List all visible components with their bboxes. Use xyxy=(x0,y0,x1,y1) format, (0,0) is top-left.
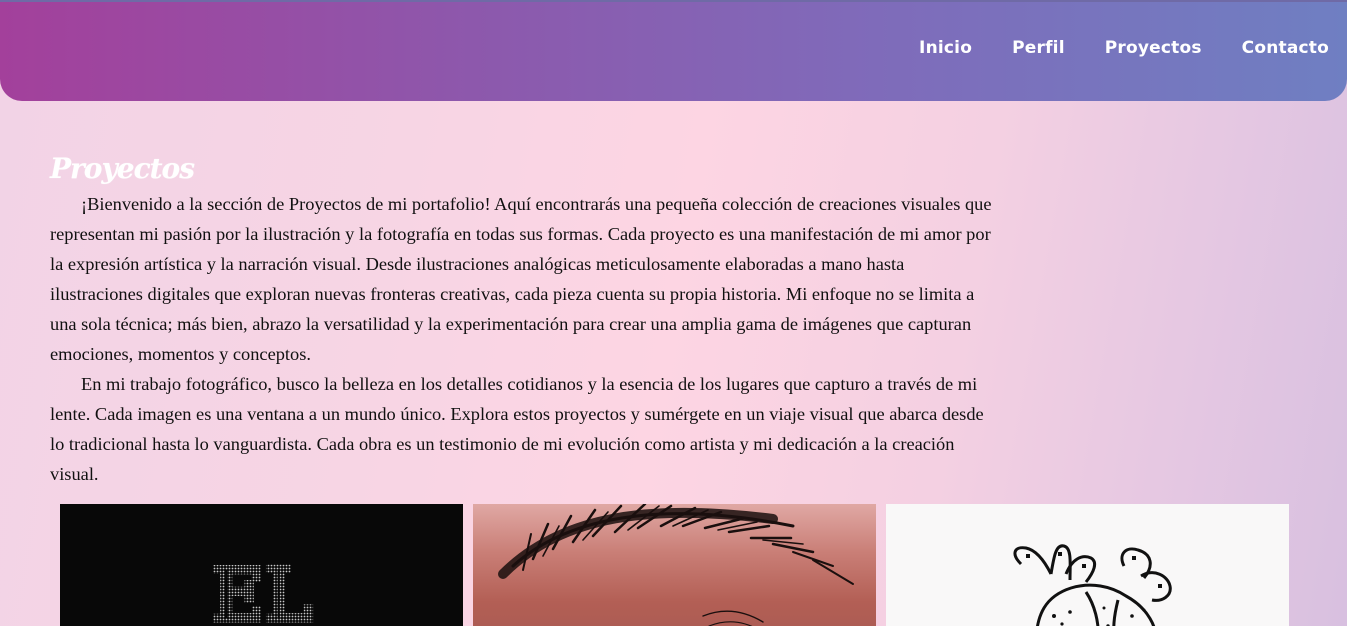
site-header: Inicio Perfil Proyectos Contacto xyxy=(0,0,1347,101)
project-gallery: EL xyxy=(60,504,1289,626)
projects-section: Proyectos ¡Bienvenido a la sección de Pr… xyxy=(50,152,995,489)
nav-link-inicio[interactable]: Inicio xyxy=(919,38,972,58)
eyebrow-artwork xyxy=(498,504,854,626)
project-image-eyebrow[interactable] xyxy=(473,504,876,626)
project-image-heart[interactable] xyxy=(886,504,1289,626)
artwork-lettering: EL xyxy=(212,553,312,626)
photo-paragraph: En mi trabajo fotográfico, busco la bell… xyxy=(50,374,984,484)
intro-paragraph: ¡Bienvenido a la sección de Proyectos de… xyxy=(50,194,992,364)
main-nav: Inicio Perfil Proyectos Contacto xyxy=(919,38,1329,58)
typography-artwork: EL xyxy=(210,551,315,626)
heart-artwork xyxy=(1013,544,1172,626)
nav-link-contacto[interactable]: Contacto xyxy=(1242,38,1329,58)
nav-link-proyectos[interactable]: Proyectos xyxy=(1105,38,1202,58)
nav-link-perfil[interactable]: Perfil xyxy=(1012,38,1065,58)
page-title: Proyectos xyxy=(50,152,195,185)
project-image-typography[interactable]: EL xyxy=(60,504,463,626)
